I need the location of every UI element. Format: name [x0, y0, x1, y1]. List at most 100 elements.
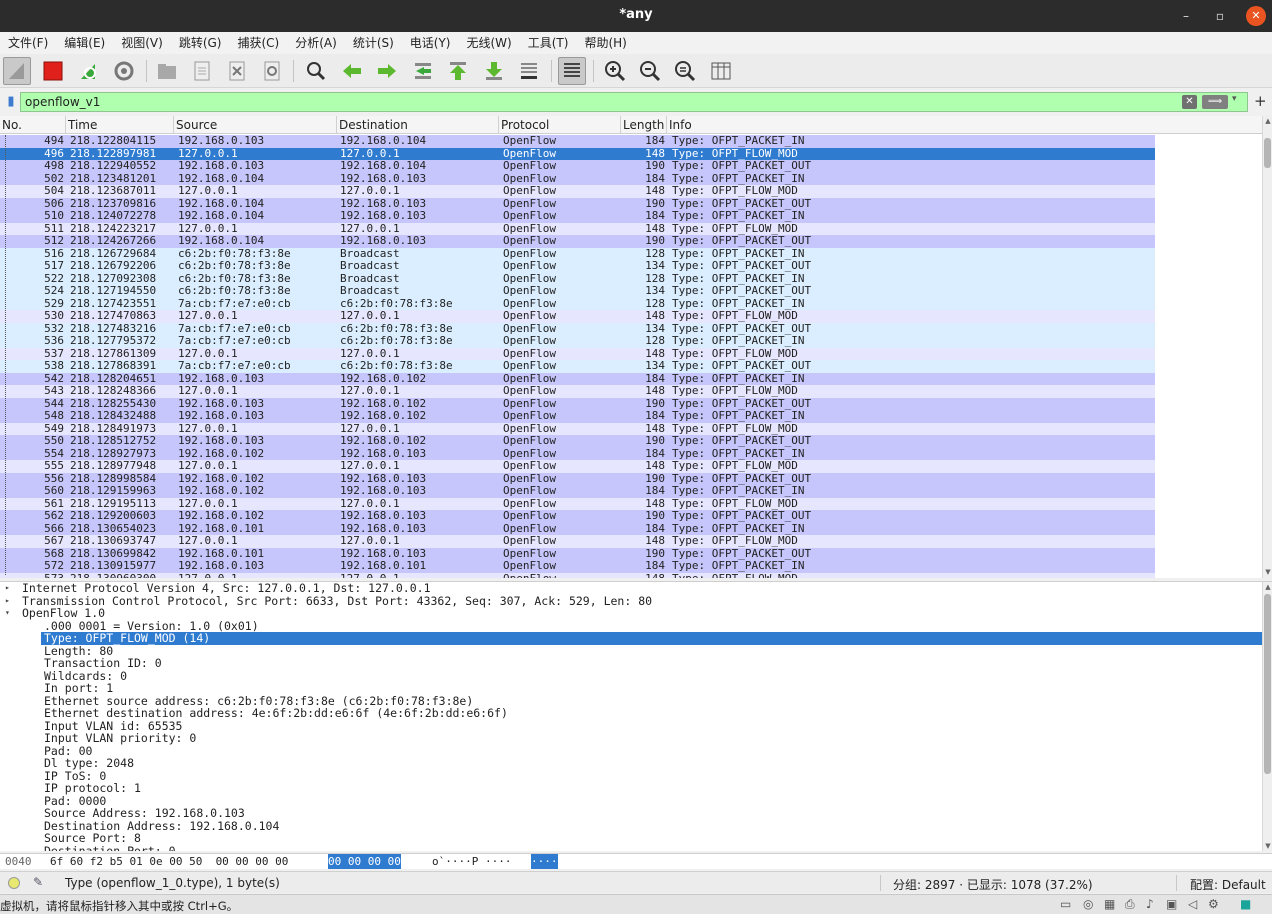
close-file-icon[interactable]	[223, 57, 251, 85]
menu-file[interactable]: 文件(F)	[8, 32, 48, 54]
stop-capture-icon[interactable]	[39, 57, 67, 85]
tree-node[interactable]: ▾ OpenFlow 1.0	[0, 607, 1272, 620]
scrollbar-thumb[interactable]	[1264, 594, 1271, 774]
tree-field[interactable]: Ethernet destination address: 4e:6f:2b:d…	[0, 707, 1272, 720]
hex-bytes[interactable]: 6f 60 f2 b5 01 0e 00 50 00 00 00 00	[50, 854, 288, 869]
capture-comment-icon[interactable]: ✎	[33, 875, 43, 889]
packet-row[interactable]: 536 218.127795372 7a:cb:f7:e7:e0:cb c6:2b:f…	[0, 334, 1155, 348]
packet-list-scrollbar[interactable]: ▲ ▼	[1262, 116, 1272, 578]
menu-statistics[interactable]: 统计(S)	[353, 32, 394, 54]
packet-row[interactable]: 572 218.130915977 192.168.0.103 192.168.0.1…	[0, 559, 1155, 573]
tree-field[interactable]: Dl type: 2048	[0, 757, 1272, 770]
packet-row[interactable]: 524 218.127194550 c6:2b:f0:78:f3:8e Broadca…	[0, 284, 1155, 298]
clear-filter-button[interactable]: ✕	[1182, 95, 1197, 109]
tree-field[interactable]: Destination Port: 0	[0, 844, 1272, 851]
packet-row[interactable]: 548 218.128432488 192.168.0.103 192.168.0.1…	[0, 409, 1155, 423]
scroll-up-arrow-icon[interactable]: ▲	[1263, 582, 1272, 592]
close-window-button[interactable]: ✕	[1246, 6, 1266, 26]
packet-row[interactable]: 550 218.128512752 192.168.0.103 192.168.0.1…	[0, 434, 1155, 448]
open-file-icon[interactable]	[153, 57, 181, 85]
tree-field[interactable]: IP ToS: 0	[0, 769, 1272, 783]
packet-row[interactable]: 506 218.123709816 192.168.0.104 192.168.0.1…	[0, 197, 1155, 210]
shark-fin-start-icon[interactable]	[3, 57, 31, 85]
menu-edit[interactable]: 编辑(E)	[64, 32, 105, 54]
packet-row[interactable]: 544 218.128255430 192.168.0.103 192.168.0.1…	[0, 397, 1155, 410]
scroll-down-arrow-icon[interactable]: ▼	[1263, 841, 1272, 851]
menu-view[interactable]: 视图(V)	[121, 32, 163, 54]
scroll-up-arrow-icon[interactable]: ▲	[1263, 116, 1272, 126]
packet-row[interactable]: 538 218.127868391 7a:cb:f7:e7:e0:cb c6:2b:f…	[0, 359, 1155, 373]
tree-field[interactable]: IP protocol: 1	[0, 782, 1272, 795]
go-back-icon[interactable]	[338, 57, 366, 85]
zoom-in-icon[interactable]	[601, 57, 629, 85]
packet-row[interactable]: 543 218.128248366 127.0.0.1 127.0.0.1 OpenFl…	[0, 384, 1155, 398]
column-header-info[interactable]: Info	[667, 116, 1262, 134]
menu-wireless[interactable]: 无线(W)	[467, 32, 512, 54]
go-forward-icon[interactable]	[373, 57, 401, 85]
tree-field[interactable]: In port: 1	[0, 682, 1272, 695]
menu-tools[interactable]: 工具(T)	[528, 32, 569, 54]
packet-row[interactable]: 568 218.130699842 192.168.0.101 192.168.0.1…	[0, 547, 1155, 560]
tree-node[interactable]: ▸ Transmission Control Protocol, Src Port…	[0, 594, 1272, 608]
go-first-icon[interactable]	[444, 57, 472, 85]
scrollbar-thumb[interactable]	[1264, 138, 1271, 168]
packet-row[interactable]: 511 218.124223217 127.0.0.1 127.0.0.1 OpenFl…	[0, 222, 1155, 235]
add-filter-button[interactable]: +	[1254, 92, 1267, 110]
tree-field[interactable]: Type: OFPT_FLOW_MOD (14)	[41, 632, 1272, 645]
menu-analyze[interactable]: 分析(A)	[295, 32, 337, 54]
packet-row[interactable]: 561 218.129195113 127.0.0.1 127.0.0.1 OpenFl…	[0, 497, 1155, 510]
column-header-protocol[interactable]: Protocol	[499, 116, 621, 134]
expert-info-icon[interactable]	[8, 877, 20, 889]
packet-row[interactable]: 496 218.122897981 127.0.0.1 127.0.0.1 OpenFl…	[0, 147, 1155, 160]
packet-row[interactable]: 516 218.126729684 c6:2b:f0:78:f3:8e Broadca…	[0, 247, 1155, 260]
packet-row[interactable]: 554 218.128927973 192.168.0.102 192.168.0.1…	[0, 447, 1155, 460]
packet-row[interactable]: 573 218.130960300 127.0.0.1 127.0.0.1 OpenFl…	[0, 572, 1155, 578]
tree-field[interactable]: Source Address: 192.168.0.103	[0, 807, 1272, 820]
collapsed-arrow-icon[interactable]: ▸	[5, 582, 10, 595]
profile-status[interactable]: 配置: Default	[1190, 876, 1272, 893]
packet-row[interactable]: 556 218.128998584 192.168.0.102 192.168.0.1…	[0, 472, 1155, 485]
scroll-down-arrow-icon[interactable]: ▼	[1263, 567, 1272, 577]
packet-row[interactable]: 522 218.127092308 c6:2b:f0:78:f3:8e Broadca…	[0, 272, 1155, 285]
tree-field[interactable]: Transaction ID: 0	[0, 657, 1272, 670]
collapsed-arrow-icon[interactable]: ▸	[5, 595, 10, 608]
packet-row[interactable]: 510 218.124072278 192.168.0.104 192.168.0.1…	[0, 209, 1155, 223]
column-header-no[interactable]: No.	[0, 116, 66, 134]
expanded-arrow-icon[interactable]: ▾	[5, 607, 10, 620]
colorize-icon[interactable]	[558, 57, 586, 85]
packet-row[interactable]: 549 218.128491973 127.0.0.1 127.0.0.1 OpenFl…	[0, 422, 1155, 435]
packet-row[interactable]: 504 218.123687011 127.0.0.1 127.0.0.1 OpenFl…	[0, 184, 1155, 198]
tree-field[interactable]: Wildcards: 0	[0, 669, 1272, 683]
packet-row[interactable]: 517 218.126792206 c6:2b:f0:78:f3:8e Broadca…	[0, 259, 1155, 273]
tree-field[interactable]: Pad: 00	[0, 744, 1272, 758]
packet-row[interactable]: 542 218.128204651 192.168.0.103 192.168.0.1…	[0, 372, 1155, 385]
packet-row[interactable]: 532 218.127483216 7a:cb:f7:e7:e0:cb c6:2b:f…	[0, 322, 1155, 335]
packet-row[interactable]: 512 218.124267266 192.168.0.104 192.168.0.1…	[0, 234, 1155, 248]
packet-row[interactable]: 537 218.127861309 127.0.0.1 127.0.0.1 OpenFl…	[0, 347, 1155, 360]
packet-row[interactable]: 502 218.123481201 192.168.0.104 192.168.0.1…	[0, 172, 1155, 185]
packet-row[interactable]: 494 218.122804115 192.168.0.103 192.168.0.1…	[0, 134, 1155, 148]
packet-row[interactable]: 560 218.129159963 192.168.0.102 192.168.0.1…	[0, 484, 1155, 498]
menu-help[interactable]: 帮助(H)	[584, 32, 626, 54]
hex-ascii-selected[interactable]: ····	[531, 854, 558, 869]
column-header-length[interactable]: Length	[621, 116, 667, 134]
filter-history-dropdown[interactable]: ▾	[1232, 94, 1237, 104]
tree-field[interactable]: Input VLAN priority: 0	[0, 732, 1272, 745]
tree-node[interactable]: ▸ Internet Protocol Version 4, Src: 127.0…	[0, 582, 1272, 595]
display-filter-input[interactable]: openflow_v1	[20, 92, 1248, 112]
minimize-button[interactable]: –	[1176, 6, 1196, 26]
tree-field[interactable]: Destination Address: 192.168.0.104	[0, 819, 1272, 833]
find-packet-icon[interactable]	[302, 57, 330, 85]
capture-options-icon[interactable]	[110, 57, 138, 85]
packet-row[interactable]: 567 218.130693747 127.0.0.1 127.0.0.1 OpenFl…	[0, 534, 1155, 548]
zoom-normal-icon[interactable]	[671, 57, 699, 85]
hex-ascii[interactable]: o`····P ····	[432, 854, 511, 869]
resize-columns-icon[interactable]	[707, 57, 735, 85]
packet-row[interactable]: 530 218.127470863 127.0.0.1 127.0.0.1 OpenFl…	[0, 309, 1155, 323]
restart-capture-icon[interactable]	[75, 57, 103, 85]
packet-row[interactable]: 562 218.129200603 192.168.0.102 192.168.0.1…	[0, 509, 1155, 523]
hex-bytes-selected[interactable]: 00 00 00 00	[328, 854, 401, 869]
tree-field[interactable]: Source Port: 8	[0, 832, 1272, 845]
maximize-button[interactable]: ▫	[1210, 6, 1230, 26]
column-header-destination[interactable]: Destination	[337, 116, 499, 134]
